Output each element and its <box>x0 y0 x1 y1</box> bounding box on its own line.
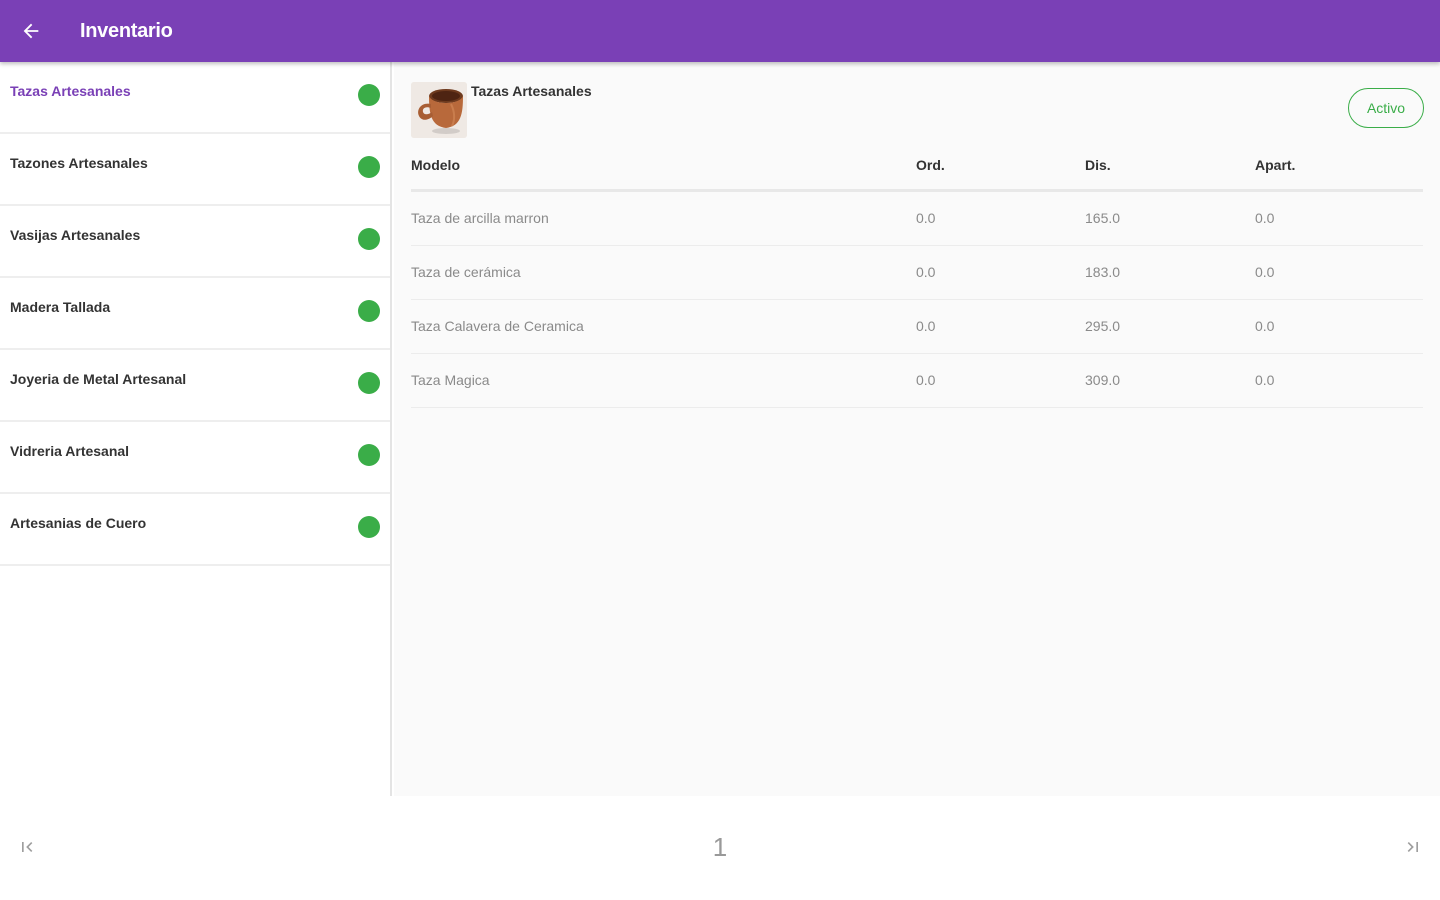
column-header-apart: Apart. <box>1255 157 1296 173</box>
sidebar-item-label: Tazas Artesanales <box>10 83 131 99</box>
cell-apart: 0.0 <box>1255 372 1275 388</box>
first-page-icon <box>22 842 33 852</box>
table-row[interactable]: Taza de cerámica 0.0 183.0 0.0 <box>411 246 1423 300</box>
product-image <box>411 82 467 138</box>
sidebar-item-label: Artesanias de Cuero <box>10 515 147 531</box>
cell-dis: 183.0 <box>1085 264 1121 280</box>
cell-ord: 0.0 <box>916 318 936 334</box>
cell-modelo: Taza Calavera de Ceramica <box>411 318 584 334</box>
detail-panel: Tazas Artesanales Activo Modelo Ord. Dis… <box>394 62 1440 796</box>
first-page-button[interactable] <box>14 834 40 860</box>
cell-apart: 0.0 <box>1255 264 1275 280</box>
sidebar-item-label: Joyeria de Metal Artesanal <box>10 371 187 387</box>
category-sidebar: Tazas Artesanales Tazones Artesanales Va… <box>0 62 392 796</box>
status-indicator <box>358 300 380 322</box>
cell-dis: 309.0 <box>1085 372 1121 388</box>
sidebar-item-joyeria-de-metal-artesanal[interactable]: Joyeria de Metal Artesanal <box>0 350 390 422</box>
last-page-button[interactable] <box>1400 834 1426 860</box>
pagination-bar: 1 <box>0 796 1440 900</box>
sidebar-item-label: Vidreria Artesanal <box>10 443 130 459</box>
sidebar-item-label: Madera Tallada <box>10 299 111 315</box>
table-header: Modelo Ord. Dis. Apart. <box>411 146 1423 192</box>
cell-dis: 295.0 <box>1085 318 1121 334</box>
cell-modelo: Taza de cerámica <box>411 264 521 280</box>
sidebar-item-artesanias-de-cuero[interactable]: Artesanias de Cuero <box>0 494 390 566</box>
sidebar-item-tazas-artesanales[interactable]: Tazas Artesanales <box>0 62 390 134</box>
table-row[interactable]: Taza Calavera de Ceramica 0.0 295.0 0.0 <box>411 300 1423 354</box>
sidebar-item-label: Vasijas Artesanales <box>10 227 141 243</box>
status-indicator <box>358 444 380 466</box>
cell-modelo: Taza Magica <box>411 372 490 388</box>
status-indicator <box>358 156 380 178</box>
cell-apart: 0.0 <box>1255 210 1275 226</box>
status-indicator <box>358 84 380 106</box>
mug-icon <box>411 82 467 138</box>
last-page-icon <box>1407 842 1418 852</box>
back-button[interactable] <box>0 0 62 62</box>
sidebar-item-label: Tazones Artesanales <box>10 155 148 171</box>
column-header-modelo: Modelo <box>411 157 460 173</box>
page-title: Inventario <box>80 19 173 42</box>
cell-modelo: Taza de arcilla marron <box>411 210 549 226</box>
cell-apart: 0.0 <box>1255 318 1275 334</box>
table-row[interactable]: Taza Magica 0.0 309.0 0.0 <box>411 354 1423 408</box>
product-name: Tazas Artesanales <box>471 83 592 99</box>
sidebar-item-tazones-artesanales[interactable]: Tazones Artesanales <box>0 134 390 206</box>
status-chip[interactable]: Activo <box>1348 88 1424 128</box>
status-indicator <box>358 228 380 250</box>
column-header-dis: Dis. <box>1085 157 1111 173</box>
current-page-number[interactable]: 1 <box>700 832 740 863</box>
status-indicator <box>358 372 380 394</box>
cell-ord: 0.0 <box>916 264 936 280</box>
table-row[interactable]: Taza de arcilla marron 0.0 165.0 0.0 <box>411 192 1423 246</box>
column-header-ord: Ord. <box>916 157 945 173</box>
arrow-left-icon <box>23 23 39 39</box>
cell-ord: 0.0 <box>916 372 936 388</box>
sidebar-item-madera-tallada[interactable]: Madera Tallada <box>0 278 390 350</box>
sidebar-item-vasijas-artesanales[interactable]: Vasijas Artesanales <box>0 206 390 278</box>
sidebar-item-vidreria-artesanal[interactable]: Vidreria Artesanal <box>0 422 390 494</box>
cell-dis: 165.0 <box>1085 210 1121 226</box>
inventory-table: Modelo Ord. Dis. Apart. Taza de arcilla … <box>411 146 1423 408</box>
app-bar: Inventario <box>0 0 1440 62</box>
cell-ord: 0.0 <box>916 210 936 226</box>
status-indicator <box>358 516 380 538</box>
